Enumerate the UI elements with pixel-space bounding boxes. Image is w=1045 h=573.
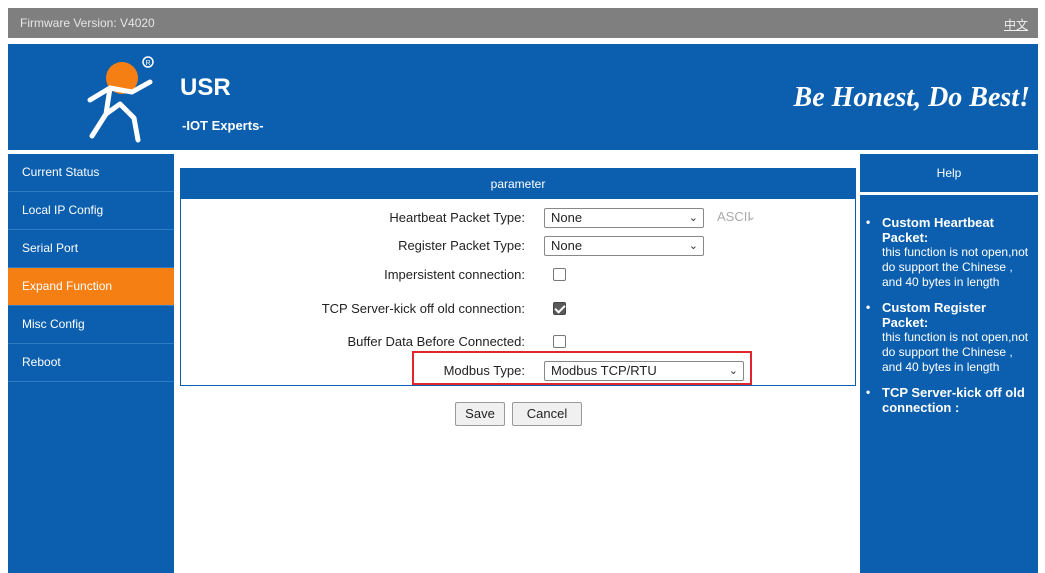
help-item-desc: this function is not open,not do support… [882,330,1029,374]
panel-title: parameter [181,169,855,199]
heartbeat-format-select[interactable]: ASCII ⌄ [713,208,761,228]
cancel-button[interactable]: Cancel [512,402,582,426]
chevron-down-icon: ⌄ [746,211,756,223]
bullet-icon: • [866,300,871,314]
help-item: • TCP Server-kick off old connection : [866,385,1030,415]
help-panel: Help • Custom Heartbeat Packet: this fun… [860,154,1038,573]
usr-logo-icon: R [87,56,154,143]
parameter-panel: parameter Heartbeat Packet Type: None ⌄ … [180,168,856,386]
kickoff-checkbox[interactable] [553,302,566,315]
register-type-select[interactable]: None ⌄ [544,236,704,256]
sidebar-nav: Current Status Local IP Config Serial Po… [8,154,174,573]
language-link[interactable]: 中文 [1004,16,1028,33]
slogan: Be Honest, Do Best! [793,82,1030,113]
sidebar-item-expand-function[interactable]: Expand Function [8,268,174,306]
buffer-checkbox[interactable] [553,335,566,348]
help-item: • Custom Register Packet: this function … [866,300,1030,375]
kickoff-row: TCP Server-kick off old connection: [181,296,855,322]
sidebar-item-misc-config[interactable]: Misc Config [8,306,174,344]
sidebar-item-serial-port[interactable]: Serial Port [8,230,174,268]
help-item-title: TCP Server-kick off old connection : [882,385,1025,415]
help-item-desc: this function is not open,not do support… [882,245,1029,289]
bullet-icon: • [866,215,871,229]
heartbeat-row: Heartbeat Packet Type: None ⌄ ASCII ⌄ [181,205,855,231]
firmware-version: Firmware Version: V4020 [20,16,155,30]
brand-name: USR [180,74,231,101]
sidebar-item-local-ip-config[interactable]: Local IP Config [8,192,174,230]
header: R USR -IOT Experts- Be Honest, Do Best! [8,44,1038,150]
svg-text:R: R [146,60,151,67]
heartbeat-type-select[interactable]: None ⌄ [544,208,704,228]
chevron-down-icon: ⌄ [688,240,698,252]
help-title: Help [860,154,1038,195]
help-item: • Custom Heartbeat Packet: this function… [866,215,1030,290]
buffer-label: Buffer Data Before Connected: [347,334,525,349]
register-type-value: None [551,238,583,253]
help-item-title: Custom Heartbeat Packet: [882,215,994,245]
sidebar-item-current-status[interactable]: Current Status [8,154,174,192]
impersistent-checkbox[interactable] [553,268,566,281]
impersistent-row: Impersistent connection: [181,262,855,288]
firmware-bar: Firmware Version: V4020 中文 [8,8,1038,38]
register-row: Register Packet Type: None ⌄ [181,233,855,259]
register-label: Register Packet Type: [398,238,525,253]
help-item-title: Custom Register Packet: [882,300,987,330]
brand-tagline: -IOT Experts- [182,118,264,133]
impersistent-label: Impersistent connection: [384,267,525,282]
kickoff-label: TCP Server-kick off old connection: [321,301,525,316]
sidebar-item-reboot[interactable]: Reboot [8,344,174,382]
chevron-down-icon: ⌄ [688,212,698,224]
heartbeat-label: Heartbeat Packet Type: [389,210,525,225]
modbus-highlight-box [412,351,752,385]
heartbeat-type-value: None [551,210,583,225]
bullet-icon: • [866,385,871,399]
save-button[interactable]: Save [455,402,505,426]
